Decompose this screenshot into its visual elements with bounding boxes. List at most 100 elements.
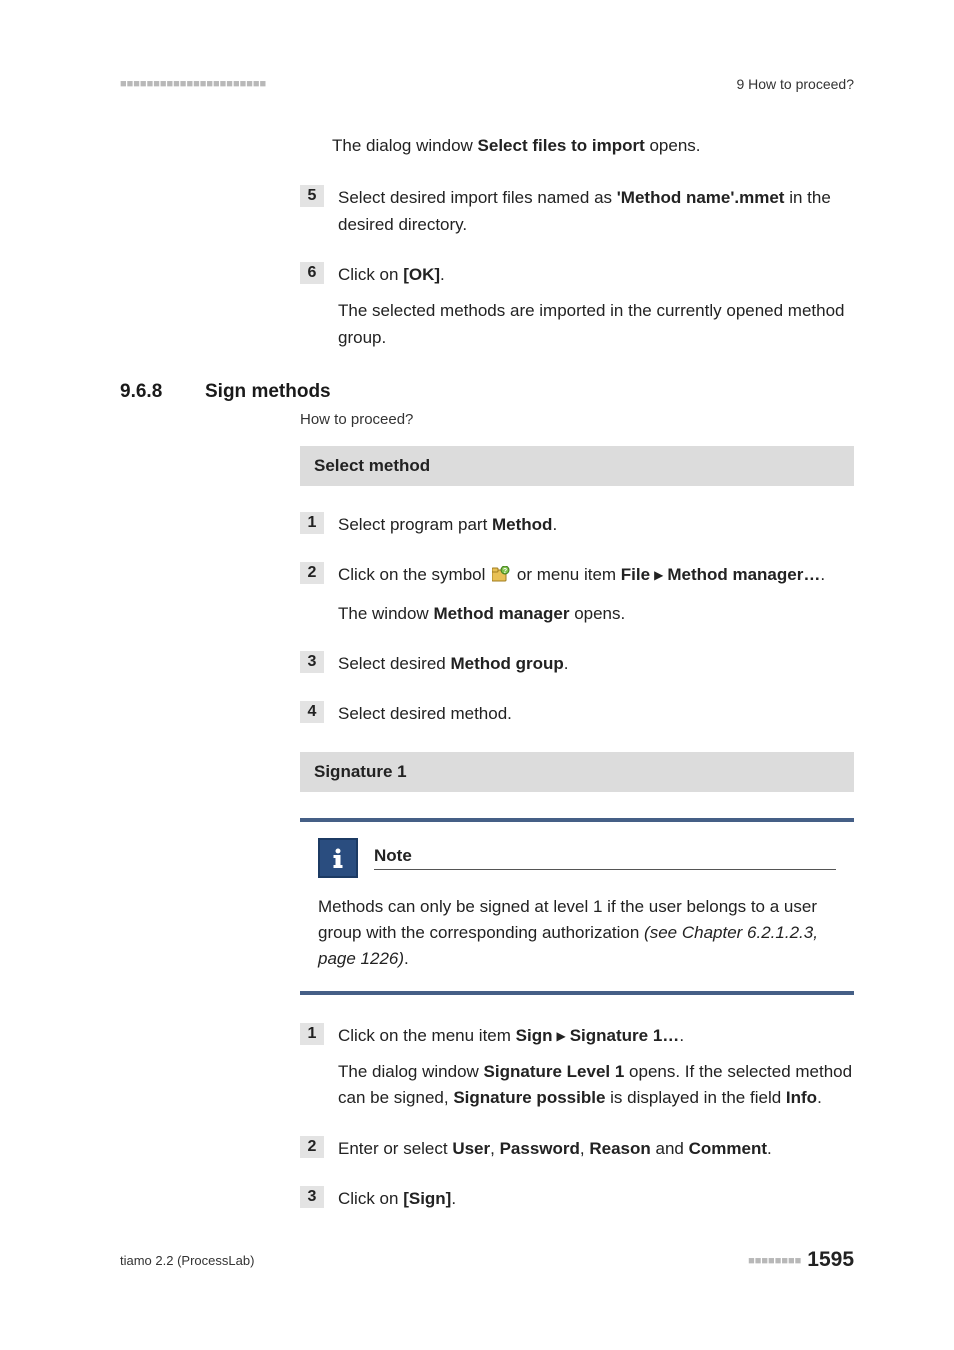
button-label: [OK] <box>403 265 440 284</box>
window-name: Method manager <box>433 604 569 623</box>
text: . <box>679 1026 684 1045</box>
note-box: Note Methods can only be signed at level… <box>300 818 854 995</box>
dialog-name: Signature Level 1 <box>484 1062 625 1081</box>
text: . <box>564 654 569 673</box>
step-number: 1 <box>300 512 324 534</box>
text: Click on the symbol <box>338 565 490 584</box>
program-part: Method <box>492 515 552 534</box>
field-info: Info <box>786 1088 817 1107</box>
text: The dialog window <box>338 1062 484 1081</box>
step-body: Enter or select User, Password, Reason a… <box>338 1136 854 1162</box>
step-number: 5 <box>300 185 324 207</box>
step-body: Select program part Method. <box>338 512 854 538</box>
menu-method-manager: Method manager… <box>667 565 820 584</box>
sm-step-3: 3 Select desired Method group. <box>300 651 854 677</box>
sm-step-1: 1 Select program part Method. <box>300 512 854 538</box>
field-comment: Comment <box>689 1139 767 1158</box>
step-6-extra: The selected methods are imported in the… <box>338 298 854 351</box>
step-number: 2 <box>300 1136 324 1158</box>
method-group: Method group <box>450 654 563 673</box>
text: Click on the menu item <box>338 1026 516 1045</box>
sig-step-1-extra: The dialog window Signature Level 1 open… <box>338 1059 854 1112</box>
continuation-block: The dialog window Select files to import… <box>300 132 854 351</box>
sig-step-1: 1 Click on the menu item Sign▶ Signature … <box>300 1023 854 1049</box>
intro-paragraph: The dialog window Select files to import… <box>332 132 854 159</box>
step-body: Click on the menu item Sign▶ Signature 1…… <box>338 1023 854 1049</box>
note-title-wrap: Note <box>374 846 836 870</box>
method-manager-icon: ? <box>492 564 510 590</box>
section-number: 9.6.8 <box>120 381 205 403</box>
text: opens. <box>645 136 701 155</box>
text: . <box>817 1088 822 1107</box>
text: . <box>767 1139 772 1158</box>
step-body: Click on [OK]. <box>338 262 854 288</box>
field-password: Password <box>500 1139 580 1158</box>
sm-step-2: 2 Click on the symbol ? or menu item Fil… <box>300 562 854 590</box>
menu-separator-icon: ▶ <box>654 568 663 582</box>
subheading-bar-select-method: Select method <box>300 446 854 486</box>
dialog-name: Select files to import <box>478 136 645 155</box>
text: The dialog window <box>332 136 478 155</box>
filename-pattern: 'Method name'.mmet <box>617 188 785 207</box>
note-title: Note <box>374 846 836 870</box>
select-method-block: Select method 1 Select program part Meth… <box>300 446 854 1212</box>
step-number: 3 <box>300 651 324 673</box>
section-heading: 9.6.8 Sign methods <box>120 381 854 403</box>
text: Select desired import files named as <box>338 188 617 207</box>
page-header: ■■■■■■■■■■■■■■■■■■■■■■ 9 How to proceed? <box>120 76 854 92</box>
menu-file: File <box>621 565 650 584</box>
text: Select desired <box>338 654 450 673</box>
text: or menu item <box>517 565 621 584</box>
button-sign: [Sign] <box>403 1189 451 1208</box>
menu-separator-icon: ▶ <box>556 1029 565 1043</box>
svg-text:?: ? <box>503 568 507 575</box>
text: Click on <box>338 1189 403 1208</box>
text: , <box>490 1139 499 1158</box>
header-dashmarks: ■■■■■■■■■■■■■■■■■■■■■■ <box>120 78 266 90</box>
text: Click on <box>338 265 403 284</box>
text: The window <box>338 604 433 623</box>
step-body: Select desired import files named as 'Me… <box>338 185 854 238</box>
text: Enter or select <box>338 1139 452 1158</box>
note-header: Note <box>318 838 836 878</box>
header-chapter: 9 How to proceed? <box>736 76 854 92</box>
text: and <box>651 1139 689 1158</box>
field-user: User <box>452 1139 490 1158</box>
info-icon <box>318 838 358 878</box>
section-title: Sign methods <box>205 381 331 403</box>
sig-step-3: 3 Click on [Sign]. <box>300 1186 854 1212</box>
step-body: Click on [Sign]. <box>338 1186 854 1212</box>
step-number: 1 <box>300 1023 324 1045</box>
step-number: 2 <box>300 562 324 584</box>
menu-sign: Sign <box>516 1026 553 1045</box>
step-number: 4 <box>300 701 324 723</box>
text: opens. <box>569 604 625 623</box>
text: is displayed in the field <box>605 1088 786 1107</box>
field-reason: Reason <box>589 1139 650 1158</box>
footer-right: ■■■■■■■■1595 <box>748 1248 854 1272</box>
footer-product: tiamo 2.2 (ProcessLab) <box>120 1253 254 1268</box>
text: . <box>451 1189 456 1208</box>
text: . <box>440 265 445 284</box>
page-number: 1595 <box>807 1248 854 1271</box>
page: ■■■■■■■■■■■■■■■■■■■■■■ 9 How to proceed?… <box>0 0 954 1350</box>
step-6: 6 Click on [OK]. <box>300 262 854 288</box>
note-body: Methods can only be signed at level 1 if… <box>318 894 836 973</box>
text: . <box>404 949 409 968</box>
sm-step-4: 4 Select desired method. <box>300 701 854 727</box>
step-body: Click on the symbol ? or menu item File ▶… <box>338 562 854 590</box>
text: . <box>552 515 557 534</box>
sig-step-2: 2 Enter or select User, Password, Reason… <box>300 1136 854 1162</box>
step-number: 6 <box>300 262 324 284</box>
step-body: Select desired Method group. <box>338 651 854 677</box>
section-subtitle: How to proceed? <box>300 411 854 428</box>
menu-signature-1: Signature 1… <box>570 1026 680 1045</box>
step-number: 3 <box>300 1186 324 1208</box>
page-footer: tiamo 2.2 (ProcessLab) ■■■■■■■■1595 <box>120 1248 854 1272</box>
step-5: 5 Select desired import files named as '… <box>300 185 854 238</box>
text: . <box>820 565 825 584</box>
subheading-bar-signature-1: Signature 1 <box>300 752 854 792</box>
text: Select program part <box>338 515 492 534</box>
status-text: Signature possible <box>453 1088 605 1107</box>
step-body: Select desired method. <box>338 701 854 727</box>
